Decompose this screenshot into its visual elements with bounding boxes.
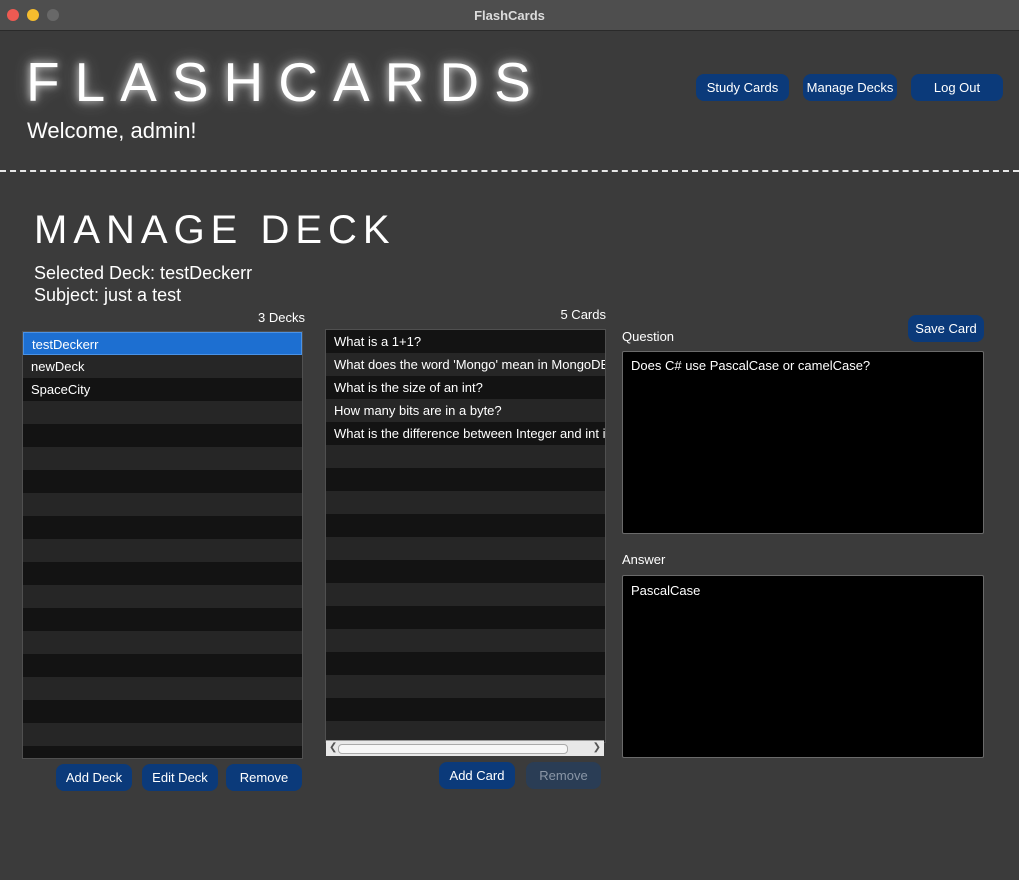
empty-list-row: [326, 606, 605, 629]
empty-list-row: [23, 424, 302, 447]
empty-list-row: [23, 746, 302, 758]
empty-list-row: [23, 470, 302, 493]
empty-list-row: [326, 560, 605, 583]
deck-list-item[interactable]: testDeckerr: [23, 332, 302, 355]
empty-list-row: [23, 700, 302, 723]
empty-list-row: [326, 514, 605, 537]
question-label: Question: [622, 329, 675, 344]
answer-label: Answer: [622, 552, 666, 567]
header-divider: [0, 170, 1019, 172]
card-list-item[interactable]: What is the size of an int?: [326, 376, 605, 399]
empty-list-row: [23, 631, 302, 654]
add-deck-button[interactable]: Add Deck: [56, 764, 132, 791]
deck-count: 3 Decks: [258, 310, 305, 325]
empty-list-row: [23, 677, 302, 700]
edit-deck-button[interactable]: Edit Deck: [142, 764, 218, 791]
empty-list-row: [23, 608, 302, 631]
remove-deck-button[interactable]: Remove: [226, 764, 302, 791]
card-list-horizontal-scrollbar[interactable]: ❮ ❯: [326, 740, 604, 756]
empty-list-row: [23, 562, 302, 585]
scrollbar-thumb[interactable]: [338, 744, 568, 754]
empty-list-row: [326, 629, 605, 652]
save-card-button[interactable]: Save Card: [908, 315, 984, 342]
empty-list-row: [23, 401, 302, 424]
empty-list-row: [326, 537, 605, 560]
empty-list-row: [326, 652, 605, 675]
welcome-message: Welcome, admin!: [27, 118, 197, 143]
deck-list[interactable]: testDeckerr newDeck SpaceCity: [22, 331, 303, 759]
page-title: MANAGE DECK: [34, 208, 396, 252]
empty-list-row: [23, 654, 302, 677]
empty-list-row: [23, 516, 302, 539]
empty-list-row: [23, 493, 302, 516]
study-cards-button[interactable]: Study Cards: [696, 74, 789, 101]
selected-deck-label: Selected Deck: testDeckerr: [34, 263, 253, 283]
log-out-button[interactable]: Log Out: [911, 74, 1003, 101]
empty-list-row: [326, 468, 605, 491]
card-list-item[interactable]: What is a 1+1?: [326, 330, 605, 353]
window-title: FlashCards: [474, 8, 545, 23]
deck-list-item[interactable]: newDeck: [23, 355, 302, 378]
empty-list-row: [326, 675, 605, 698]
empty-list-row: [326, 491, 605, 514]
card-list[interactable]: What is a 1+1? What does the word 'Mongo'…: [325, 329, 606, 743]
card-list-item[interactable]: What is the difference between Integer a…: [326, 422, 605, 445]
subject-label: Subject: just a test: [34, 285, 182, 305]
card-list-item[interactable]: What does the word 'Mongo' mean in Mongo…: [326, 353, 605, 376]
answer-textarea[interactable]: PascalCase: [622, 575, 984, 758]
empty-list-row: [326, 445, 605, 468]
deck-list-item[interactable]: SpaceCity: [23, 378, 302, 401]
window-titlebar: FlashCards: [0, 0, 1019, 31]
question-textarea[interactable]: Does C# use PascalCase or camelCase?: [622, 351, 984, 534]
empty-list-row: [23, 723, 302, 746]
scroll-left-arrow-icon[interactable]: ❮: [329, 742, 337, 753]
empty-list-row: [326, 698, 605, 721]
empty-list-row: [326, 583, 605, 606]
app-brand-title: FLASHCARDS: [26, 51, 546, 113]
card-count: 5 Cards: [560, 307, 606, 322]
card-list-item[interactable]: How many bits are in a byte?: [326, 399, 605, 422]
add-card-button[interactable]: Add Card: [439, 762, 515, 789]
empty-list-row: [23, 585, 302, 608]
empty-list-row: [23, 539, 302, 562]
remove-card-button: Remove: [526, 762, 601, 789]
scroll-right-arrow-icon[interactable]: ❯: [593, 742, 601, 753]
manage-decks-button[interactable]: Manage Decks: [803, 74, 897, 101]
empty-list-row: [23, 447, 302, 470]
